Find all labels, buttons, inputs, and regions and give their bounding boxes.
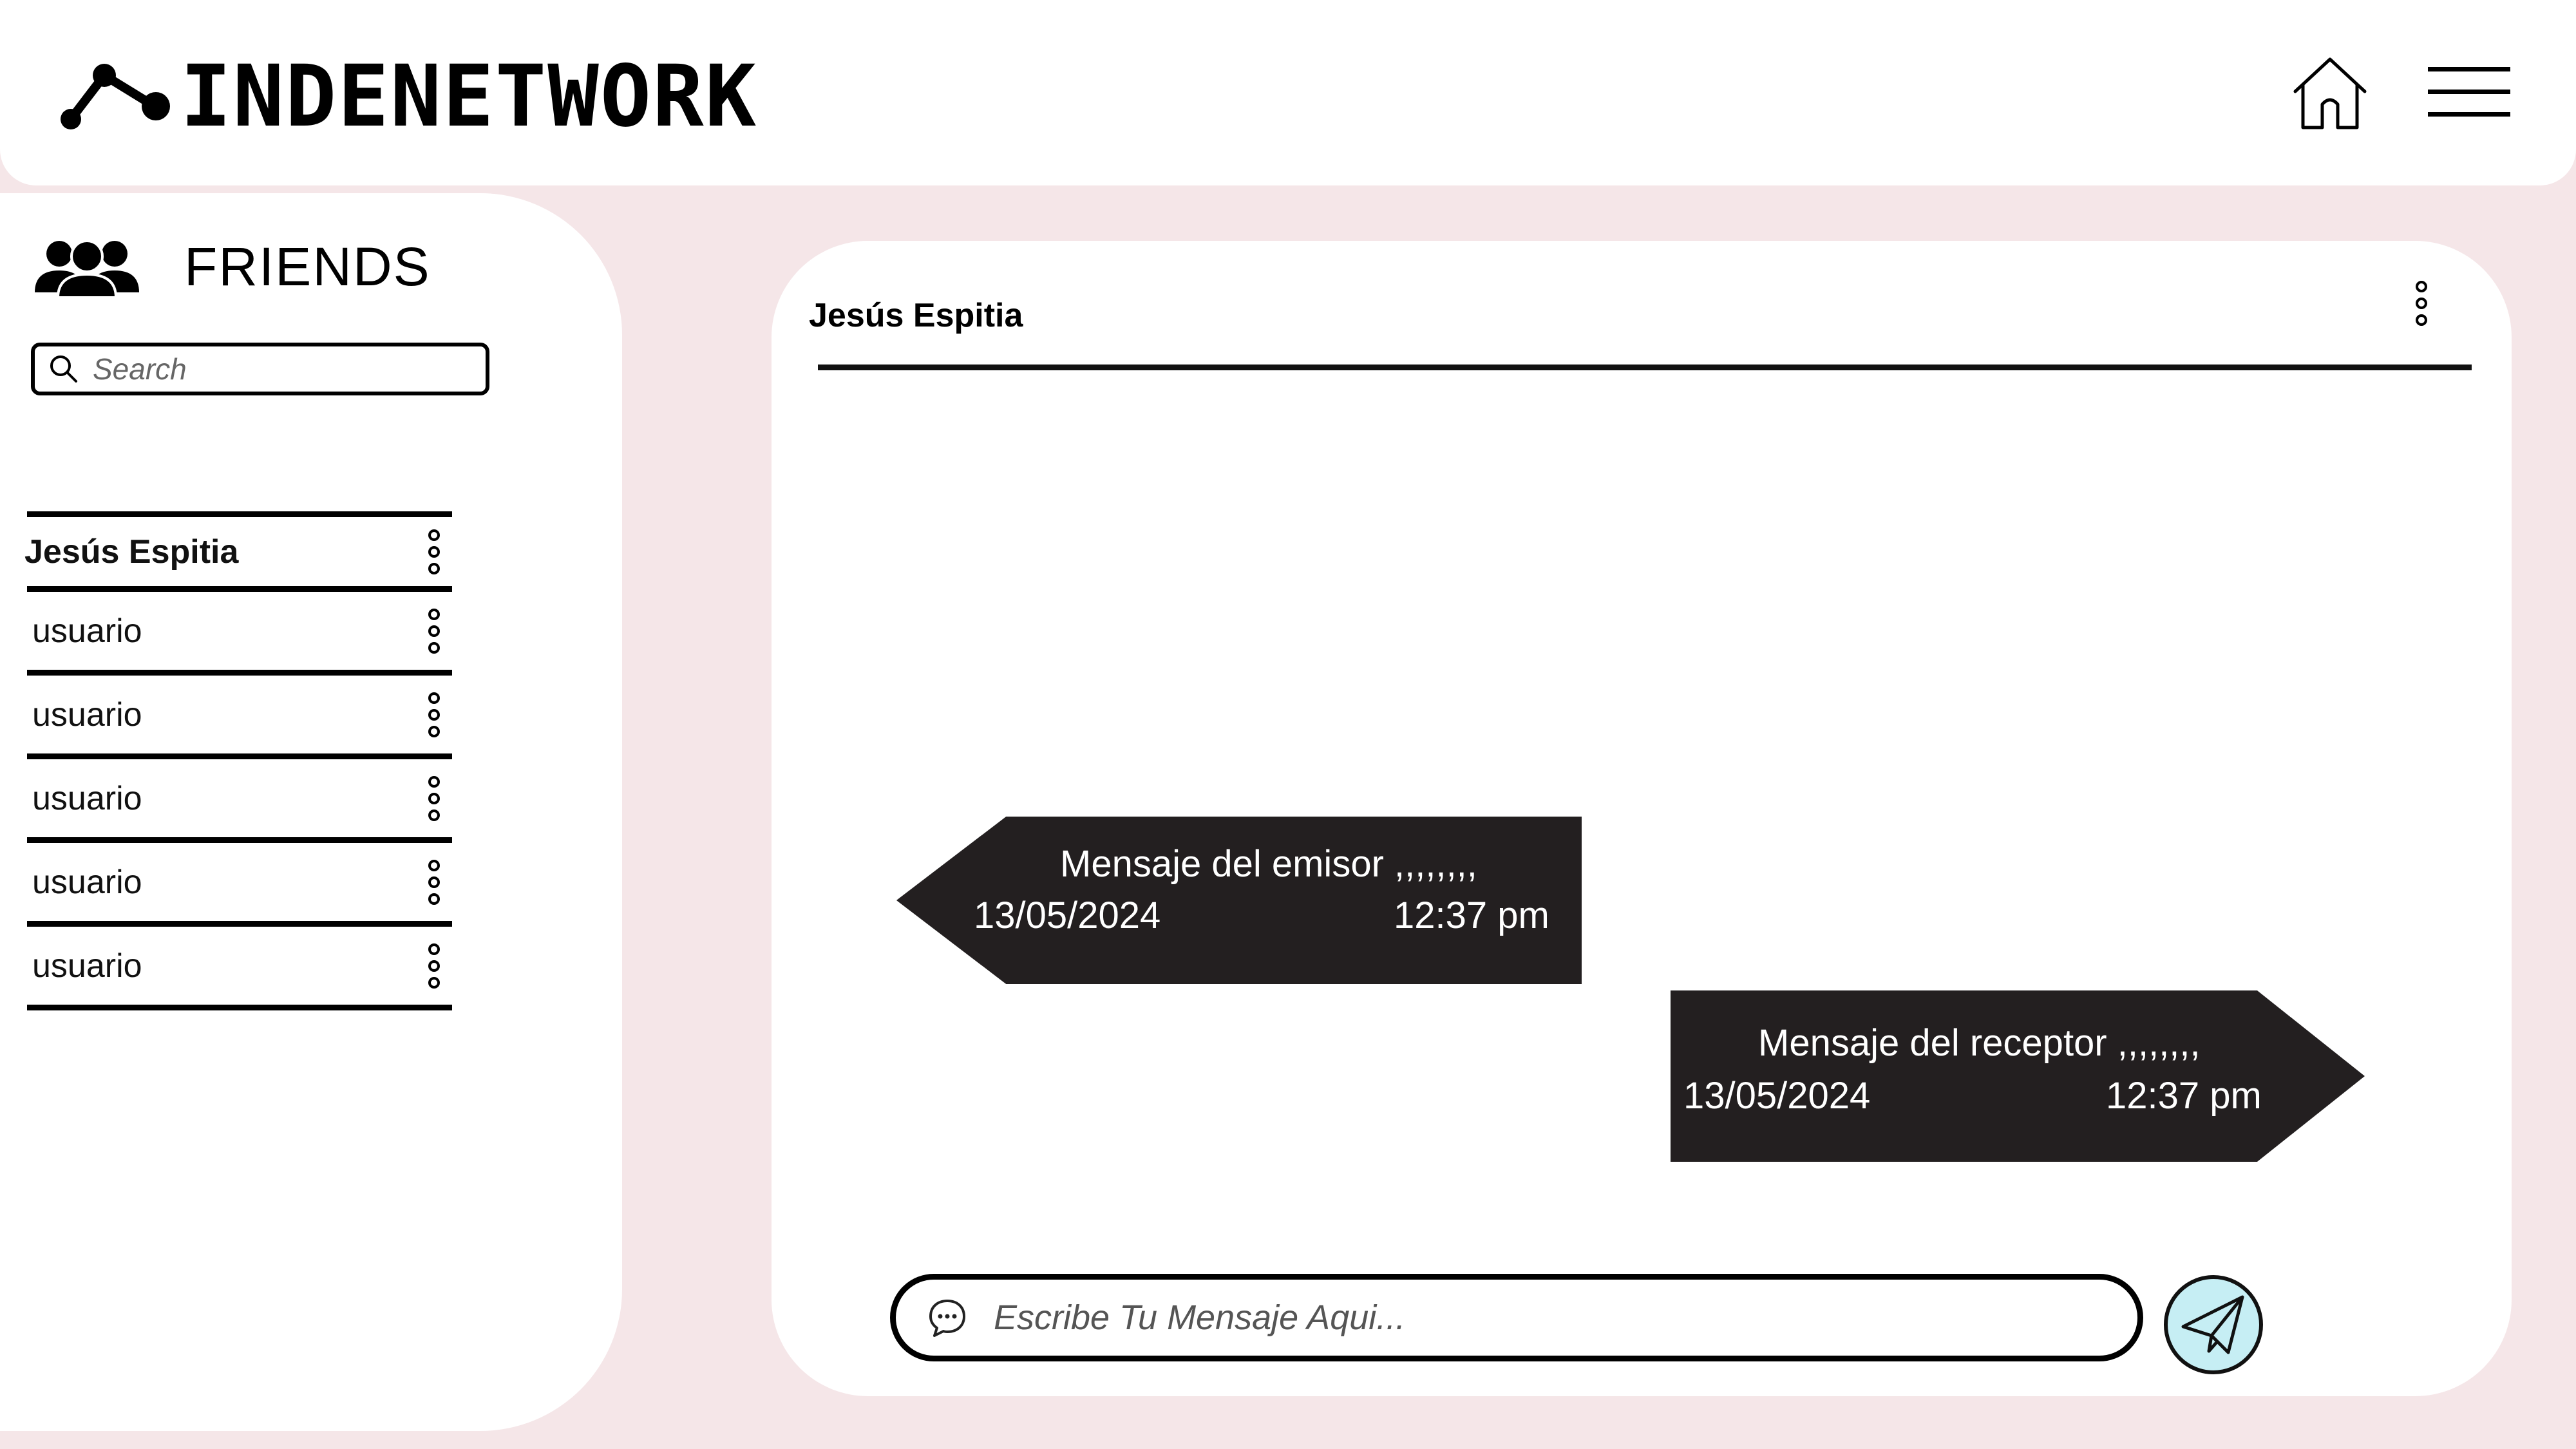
friend-list-item[interactable]: usuario xyxy=(27,927,452,1010)
search-icon xyxy=(50,355,77,383)
more-options-icon[interactable] xyxy=(426,692,442,737)
friend-name: usuario xyxy=(32,696,142,734)
chat-contact-name: Jesús Espitia xyxy=(809,297,1023,334)
friend-list: Jesús Espitia usuario usuario usuario us… xyxy=(24,511,452,1010)
more-options-icon[interactable] xyxy=(426,943,442,989)
send-button[interactable] xyxy=(2164,1275,2263,1374)
more-options-icon[interactable] xyxy=(426,859,442,905)
friend-list-item[interactable]: usuario xyxy=(27,592,452,676)
network-logo-icon xyxy=(61,64,170,129)
friend-list-item[interactable]: usuario xyxy=(27,759,452,843)
message-time: 12:37 pm xyxy=(2106,1075,2262,1117)
friend-list-item[interactable]: usuario xyxy=(27,676,452,759)
message-bubble-receiver: Mensaje del receptor ,,,,,,,, 13/05/2024… xyxy=(1671,990,2365,1162)
friend-name: usuario xyxy=(32,947,142,985)
friend-name: usuario xyxy=(32,612,142,650)
message-text: Mensaje del emisor ,,,,,,,, xyxy=(1060,843,1477,885)
message-input[interactable] xyxy=(994,1298,2088,1338)
friend-name: usuario xyxy=(32,863,142,901)
friend-list-item[interactable]: Jesús Espitia xyxy=(24,511,452,592)
chat-panel: Jesús Espitia Mensaje del emisor ,,,,,,,… xyxy=(772,241,2512,1396)
friends-title: FRIENDS xyxy=(184,236,431,297)
search-input[interactable] xyxy=(93,352,479,386)
brand-logo[interactable]: INDENETWORK xyxy=(59,54,757,139)
chat-bubble-icon xyxy=(929,1300,965,1337)
friends-header: FRIENDS xyxy=(32,234,431,299)
message-time: 12:37 pm xyxy=(1394,895,1549,936)
message-composer[interactable] xyxy=(890,1274,2143,1361)
friend-name: Jesús Espitia xyxy=(24,533,239,571)
friends-sidebar: FRIENDS Jesús Espitia usuario usuario us… xyxy=(0,193,622,1431)
message-date: 13/05/2024 xyxy=(1683,1075,1871,1117)
more-options-icon[interactable] xyxy=(426,608,442,654)
hamburger-menu-button[interactable] xyxy=(2428,64,2510,118)
message-date: 13/05/2024 xyxy=(974,895,1161,936)
search-box[interactable] xyxy=(31,343,489,395)
more-options-icon[interactable] xyxy=(426,775,442,821)
message-text: Mensaje del receptor ,,,,,,,, xyxy=(1758,1022,2201,1064)
home-icon xyxy=(2293,57,2367,129)
brand-name: INDENETWORK xyxy=(180,47,758,146)
top-header: INDENETWORK xyxy=(0,0,2576,185)
home-button[interactable] xyxy=(2290,55,2370,131)
chat-options-icon[interactable] xyxy=(2414,281,2429,326)
more-options-icon[interactable] xyxy=(426,529,442,574)
hamburger-menu-icon xyxy=(2428,67,2510,117)
friend-list-item[interactable]: usuario xyxy=(27,843,452,927)
chat-header-divider xyxy=(818,365,2472,370)
friend-name: usuario xyxy=(32,779,142,817)
users-group-icon xyxy=(35,240,139,299)
message-bubble-sender: Mensaje del emisor ,,,,,,,, 13/05/2024 1… xyxy=(896,817,1582,984)
paper-plane-icon xyxy=(2181,1295,2244,1354)
